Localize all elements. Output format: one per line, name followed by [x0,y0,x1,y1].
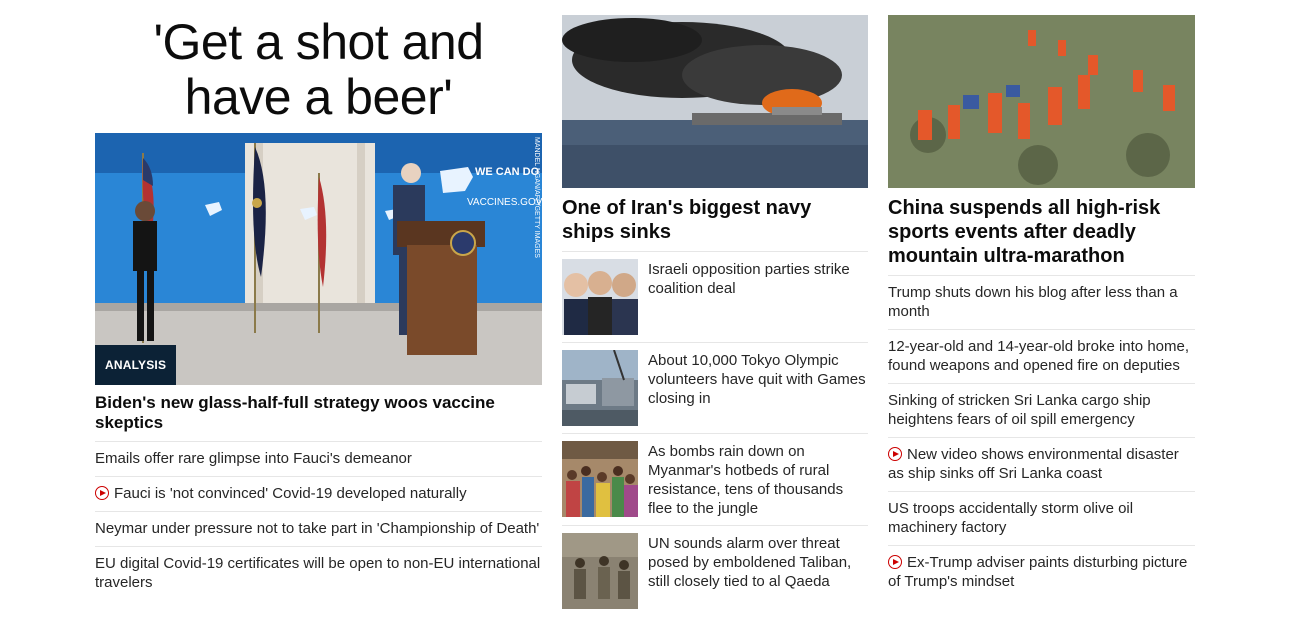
story-item[interactable]: As bombs rain down on Myanmar's hotbeds … [562,434,868,526]
banner-slogan: WE CAN DO THIS [475,166,542,178]
lead-column-links: Emails offer rare glimpse into Fauci's d… [95,442,542,600]
story-title: As bombs rain down on Myanmar's hotbeds … [648,443,844,517]
headline-text: Ex-Trump adviser paints disturbing pictu… [888,554,1188,590]
play-video-icon [95,486,109,500]
headline-text: Emails offer rare glimpse into Fauci's d… [95,450,412,467]
crowd-photo [562,441,638,517]
headline-link[interactable]: 12-year-old and 14-year-old broke into h… [888,330,1195,384]
story-item[interactable]: Israeli opposition parties strike coalit… [562,252,868,343]
headline-link[interactable]: Trump shuts down his blog after less tha… [888,276,1195,330]
play-video-icon [888,447,902,461]
burning-ship-photo [562,15,868,188]
headline-text: New video shows environmental disaster a… [888,446,1179,482]
iran-ship-headline[interactable]: One of Iran's biggest navy ships sinks [562,196,868,252]
headline-text: EU digital Covid-19 certificates will be… [95,555,541,591]
banner-headline[interactable]: 'Get a shot and have a beer' [95,15,542,125]
marathon-headline[interactable]: China suspends all high-risk sports even… [888,196,1195,276]
world-column: One of Iran's biggest navy ships sinks I… [562,15,868,616]
analysis-badge: ANALYSIS [95,345,177,385]
headline-text: Fauci is 'not convinced' Covid-19 develo… [114,485,467,502]
banner-url: VACCINES.GOV [467,197,542,208]
lead-column: 'Get a shot and have a beer' WE CAN DO V… [95,15,542,600]
rescue-workers-photo [888,15,1195,188]
story-item[interactable]: UN sounds alarm over threat posed by emb… [562,526,868,616]
story-thumbnail[interactable] [562,533,638,609]
headline-text: 12-year-old and 14-year-old broke into h… [888,338,1190,374]
headline-link[interactable]: US troops accidentally storm olive oil m… [888,492,1195,546]
politicians-photo [562,259,638,335]
headline-link[interactable]: Sinking of stricken Sri Lanka cargo ship… [888,384,1195,438]
headline-link[interactable]: Ex-Trump adviser paints disturbing pictu… [888,546,1195,599]
navy-ship-image[interactable] [562,15,868,188]
headline-text: Trump shuts down his blog after less tha… [888,284,1178,320]
headline-link[interactable]: New video shows environmental disaster a… [888,438,1195,492]
ultra-marathon-image[interactable] [888,15,1195,188]
lead-story-image[interactable]: WE CAN DO THIS VACCINES.GOV MANDEL NGAN/… [95,133,542,385]
stadium-construction-photo [562,350,638,426]
story-thumbnail[interactable] [562,259,638,335]
story-item[interactable]: About 10,000 Tokyo Olympic volunteers ha… [562,343,868,434]
headline-link[interactable]: Neymar under pressure not to take part i… [95,512,542,547]
news-column-links: Trump shuts down his blog after less tha… [888,276,1195,599]
photo-credit: MANDEL NGAN/AFP/GETTY IMAGES [533,137,540,258]
headline-link[interactable]: Fauci is 'not convinced' Covid-19 develo… [95,477,542,512]
story-title: UN sounds alarm over threat posed by emb… [648,535,852,590]
news-column: China suspends all high-risk sports even… [888,15,1195,599]
headline-text: Sinking of stricken Sri Lanka cargo ship… [888,392,1151,428]
headline-link[interactable]: EU digital Covid-19 certificates will be… [95,547,542,600]
headline-text: Neymar under pressure not to take part i… [95,520,540,537]
story-title: About 10,000 Tokyo Olympic volunteers ha… [648,352,866,407]
play-video-icon [888,555,902,569]
thumb-story-list: Israeli opposition parties strike coalit… [562,252,868,616]
soldiers-photo [562,533,638,609]
story-thumbnail[interactable] [562,441,638,517]
story-title: Israeli opposition parties strike coalit… [648,261,850,297]
headline-text: US troops accidentally storm olive oil m… [888,500,1134,536]
story-thumbnail[interactable] [562,350,638,426]
headline-link[interactable]: Emails offer rare glimpse into Fauci's d… [95,442,542,477]
lead-story-title[interactable]: Biden's new glass-half-full strategy woo… [95,393,542,442]
